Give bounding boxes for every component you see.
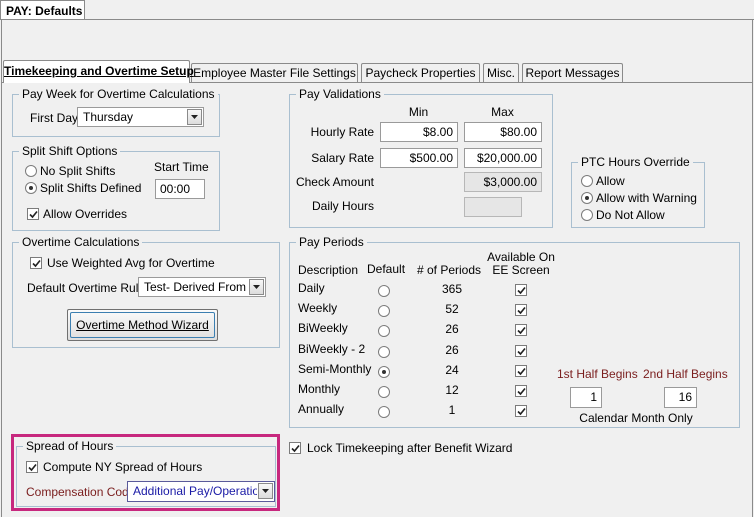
- pay-period-count: 26: [445, 343, 459, 357]
- pay-period-default-radio[interactable]: [378, 406, 390, 418]
- start-time-label: Start Time: [154, 160, 209, 174]
- second-half-begins-input[interactable]: 16: [664, 387, 697, 408]
- hourly-rate-label: Hourly Rate: [310, 125, 374, 139]
- pay-periods-description-header: Description: [298, 263, 359, 277]
- pay-period-default-radio[interactable]: [378, 305, 390, 317]
- overtime-calculations-title: Overtime Calculations: [19, 235, 143, 249]
- pay-period-count: 365: [441, 282, 463, 296]
- second-half-begins-label: 2nd Half Begins: [643, 367, 728, 381]
- salary-rate-max-input[interactable]: $20,000.00: [464, 148, 542, 168]
- check-icon: [517, 347, 526, 356]
- ptc-allow-with-warning-radio[interactable]: [581, 192, 593, 204]
- hourly-rate-min-input[interactable]: $8.00: [380, 122, 458, 142]
- weighted-avg-checkbox[interactable]: [30, 257, 42, 269]
- pay-period-count: 12: [445, 383, 459, 397]
- chevron-down-icon[interactable]: [187, 109, 202, 125]
- ptc-override-title: PTC Hours Override: [578, 155, 693, 169]
- ptc-do-not-allow-label: Do Not Allow: [596, 208, 665, 222]
- no-split-shifts-label: No Split Shifts: [40, 164, 116, 178]
- salary-rate-label: Salary Rate: [311, 151, 374, 165]
- check-amount-max-input[interactable]: $3,000.00: [464, 172, 542, 192]
- tab-timekeeping-overtime-setup[interactable]: Timekeeping and Overtime Setup: [3, 60, 194, 83]
- start-time-input[interactable]: 00:00: [155, 179, 205, 199]
- check-icon: [32, 259, 41, 268]
- allow-overrides-checkbox[interactable]: [27, 208, 39, 220]
- pay-period-default-radio[interactable]: [378, 346, 390, 358]
- window-title: PAY: Defaults: [6, 4, 83, 18]
- pay-period-available-checkbox[interactable]: [515, 385, 527, 397]
- daily-hours-label: Daily Hours: [311, 199, 374, 213]
- pay-validations-title: Pay Validations: [296, 87, 384, 101]
- check-icon: [29, 210, 38, 219]
- split-shift-title: Split Shift Options: [19, 144, 121, 158]
- pay-period-count: 1: [448, 403, 456, 417]
- lock-timekeeping-checkbox[interactable]: [289, 442, 301, 454]
- calendar-month-only-label: Calendar Month Only: [579, 411, 693, 425]
- ptc-allow-label: Allow: [596, 174, 625, 188]
- pay-periods-title: Pay Periods: [296, 235, 367, 249]
- weighted-avg-label: Use Weighted Avg for Overtime: [47, 256, 215, 270]
- pay-period-description: Weekly: [298, 301, 338, 315]
- pay-period-available-checkbox[interactable]: [515, 345, 527, 357]
- check-icon: [517, 407, 526, 416]
- pay-period-default-radio[interactable]: [378, 366, 390, 378]
- check-amount-label: Check Amount: [295, 175, 374, 189]
- pay-periods-available-header-line1: Available On: [487, 250, 555, 264]
- first-day-label: First Day: [30, 111, 78, 125]
- split-shifts-defined-label: Split Shifts Defined: [40, 181, 142, 195]
- check-icon: [517, 286, 526, 295]
- tab-paycheck-properties[interactable]: Paycheck Properties: [361, 63, 480, 82]
- default-overtime-rule-label: Default Overtime Rule: [27, 281, 146, 295]
- pay-period-description: Semi-Monthly: [298, 362, 372, 376]
- lock-timekeeping-label: Lock Timekeeping after Benefit Wizard: [307, 441, 513, 455]
- pay-period-description: BiWeekly - 2: [298, 342, 366, 356]
- pay-period-available-checkbox[interactable]: [515, 284, 527, 296]
- tab-misc[interactable]: Misc.: [483, 63, 519, 82]
- pay-period-description: Annually: [298, 402, 345, 416]
- check-icon: [517, 387, 526, 396]
- pay-period-default-radio[interactable]: [378, 325, 390, 337]
- daily-hours-max-input[interactable]: [464, 197, 522, 217]
- pay-period-description: Monthly: [298, 382, 341, 396]
- window-title-tab[interactable]: PAY: Defaults: [0, 0, 85, 20]
- pay-periods-count-header: # of Periods: [416, 263, 482, 277]
- pay-period-available-checkbox[interactable]: [515, 405, 527, 417]
- pay-period-default-radio[interactable]: [378, 285, 390, 297]
- check-icon: [517, 326, 526, 335]
- pay-week-title: Pay Week for Overtime Calculations: [19, 87, 218, 101]
- pay-period-count: 26: [445, 322, 459, 336]
- pay-periods-available-header-line2: EE Screen: [492, 263, 550, 277]
- tab-report-messages[interactable]: Report Messages: [522, 63, 623, 82]
- min-header: Min: [408, 105, 429, 119]
- chevron-down-icon[interactable]: [249, 279, 264, 295]
- check-icon: [517, 306, 526, 315]
- tab-employee-master-file-settings[interactable]: Employee Master File Settings: [191, 63, 358, 82]
- first-half-begins-label: 1st Half Begins: [557, 367, 638, 381]
- split-shifts-defined-radio[interactable]: [25, 182, 37, 194]
- no-split-shifts-radio[interactable]: [25, 165, 37, 177]
- first-day-select[interactable]: Thursday: [77, 107, 204, 127]
- pay-period-description: Daily: [298, 281, 325, 295]
- pay-periods-default-header: Default: [367, 262, 406, 276]
- default-overtime-rule-select[interactable]: Test- Derived From I: [138, 277, 266, 297]
- pay-period-default-radio[interactable]: [378, 386, 390, 398]
- pay-period-available-checkbox[interactable]: [515, 304, 527, 316]
- check-icon: [291, 444, 300, 453]
- pay-period-count: 52: [445, 302, 459, 316]
- check-icon: [517, 367, 526, 376]
- ptc-allow-with-warning-label: Allow with Warning: [596, 191, 697, 205]
- pay-period-description: BiWeekly: [298, 321, 348, 335]
- ptc-do-not-allow-radio[interactable]: [581, 209, 593, 221]
- first-half-begins-input[interactable]: 1: [570, 387, 602, 408]
- pay-period-count: 24: [445, 363, 459, 377]
- allow-overrides-label: Allow Overrides: [43, 207, 128, 221]
- ptc-allow-radio[interactable]: [581, 175, 593, 187]
- salary-rate-min-input[interactable]: $500.00: [380, 148, 458, 168]
- hourly-rate-max-input[interactable]: $80.00: [464, 122, 542, 142]
- overtime-method-wizard-button[interactable]: Overtime Method Wizard: [67, 309, 218, 341]
- pay-period-available-checkbox[interactable]: [515, 324, 527, 336]
- spread-of-hours-highlight: [11, 434, 280, 511]
- pay-period-available-checkbox[interactable]: [515, 365, 527, 377]
- max-header: Max: [491, 105, 514, 119]
